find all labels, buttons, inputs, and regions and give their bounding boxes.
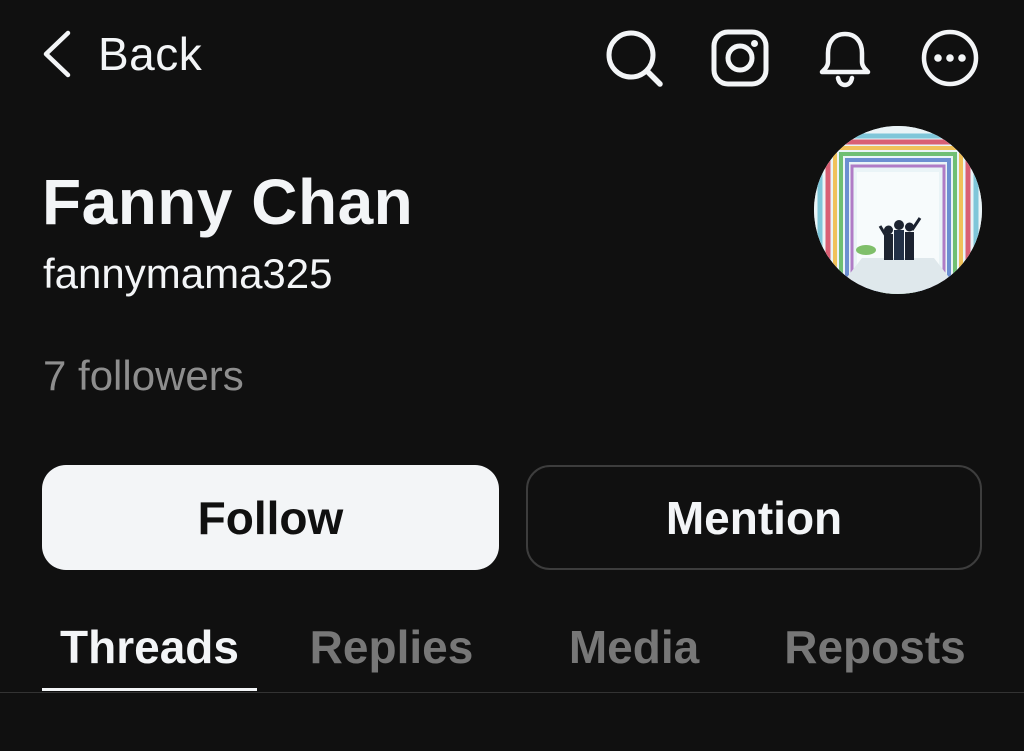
bell-icon xyxy=(819,31,871,88)
follow-button[interactable]: Follow xyxy=(42,465,499,570)
profile-tabs: Threads Replies Media Reposts xyxy=(0,600,1024,695)
profile-photo xyxy=(814,126,982,294)
tab-threads[interactable]: Threads xyxy=(42,620,257,674)
back-button[interactable]: Back xyxy=(40,26,202,82)
avatar[interactable] xyxy=(814,126,982,294)
tabs-divider xyxy=(0,692,1024,693)
instagram-button[interactable] xyxy=(710,28,770,88)
search-icon xyxy=(606,30,663,87)
more-icon xyxy=(921,29,979,87)
top-bar: Back xyxy=(0,0,1024,110)
back-label: Back xyxy=(98,28,203,80)
active-tab-indicator xyxy=(42,688,257,691)
tab-replies[interactable]: Replies xyxy=(300,620,483,674)
more-options-button[interactable] xyxy=(920,28,980,88)
instagram-icon xyxy=(711,29,769,87)
tab-reposts[interactable]: Reposts xyxy=(770,620,980,674)
notifications-button[interactable] xyxy=(815,28,875,88)
mention-button[interactable]: Mention xyxy=(526,465,982,570)
profile-name: Fanny Chan xyxy=(42,166,414,238)
tab-media[interactable]: Media xyxy=(550,620,718,674)
profile-handle: fannymama325 xyxy=(43,250,333,297)
chevron-left-icon xyxy=(43,30,71,78)
search-button[interactable] xyxy=(604,28,664,88)
followers-count[interactable]: 7 followers xyxy=(43,352,244,400)
